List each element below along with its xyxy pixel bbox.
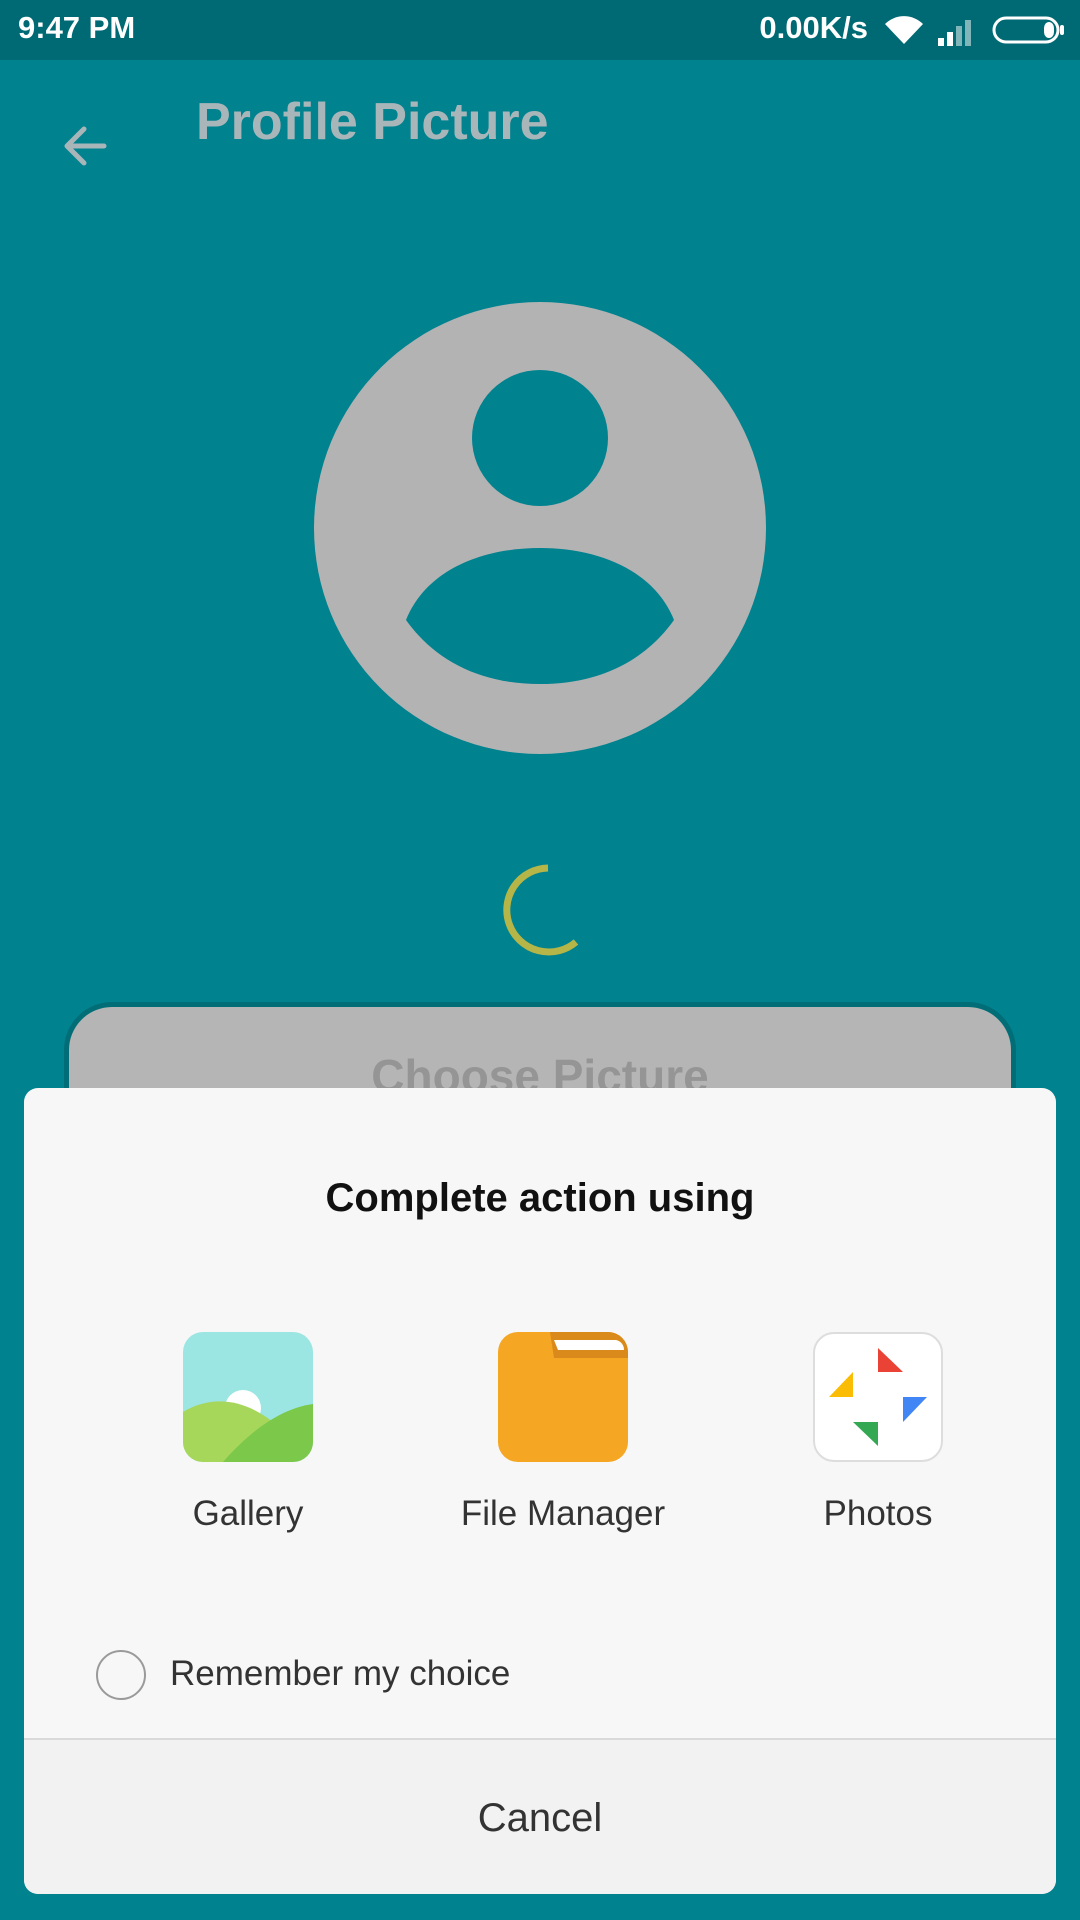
app-option-photos[interactable]: Photos [748, 1332, 1008, 1552]
file-manager-icon [498, 1332, 628, 1462]
remember-choice-radio[interactable] [96, 1650, 146, 1700]
app-label-file-manager: File Manager [460, 1494, 666, 1533]
app-option-gallery[interactable]: Gallery [118, 1332, 378, 1552]
signal-icon [938, 20, 971, 46]
status-time: 9:47 PM [18, 10, 136, 45]
wifi-icon [885, 16, 923, 44]
gallery-icon [183, 1332, 313, 1462]
cancel-label: Cancel [477, 1796, 603, 1840]
avatar-placeholder-icon [314, 302, 766, 754]
dialog-title: Complete action using [325, 1176, 755, 1220]
remember-choice-label: Remember my choice [170, 1654, 511, 1693]
network-speed: 0.00K/s [759, 10, 868, 45]
loading-spinner [503, 864, 579, 956]
back-arrow-icon[interactable] [56, 116, 116, 176]
app-label-gallery: Gallery [192, 1494, 304, 1533]
page-title: Profile Picture [196, 93, 549, 151]
photos-icon [813, 1332, 943, 1462]
status-bar: 9:47 PM 0.00K/s [0, 0, 1080, 60]
cancel-button[interactable]: Cancel [24, 1740, 1056, 1894]
battery-icon [992, 16, 1064, 44]
app-label-photos: Photos [823, 1494, 933, 1533]
complete-action-dialog: Complete action using Gallery File Manag… [24, 1088, 1056, 1894]
app-option-file-manager[interactable]: File Manager [433, 1332, 693, 1552]
